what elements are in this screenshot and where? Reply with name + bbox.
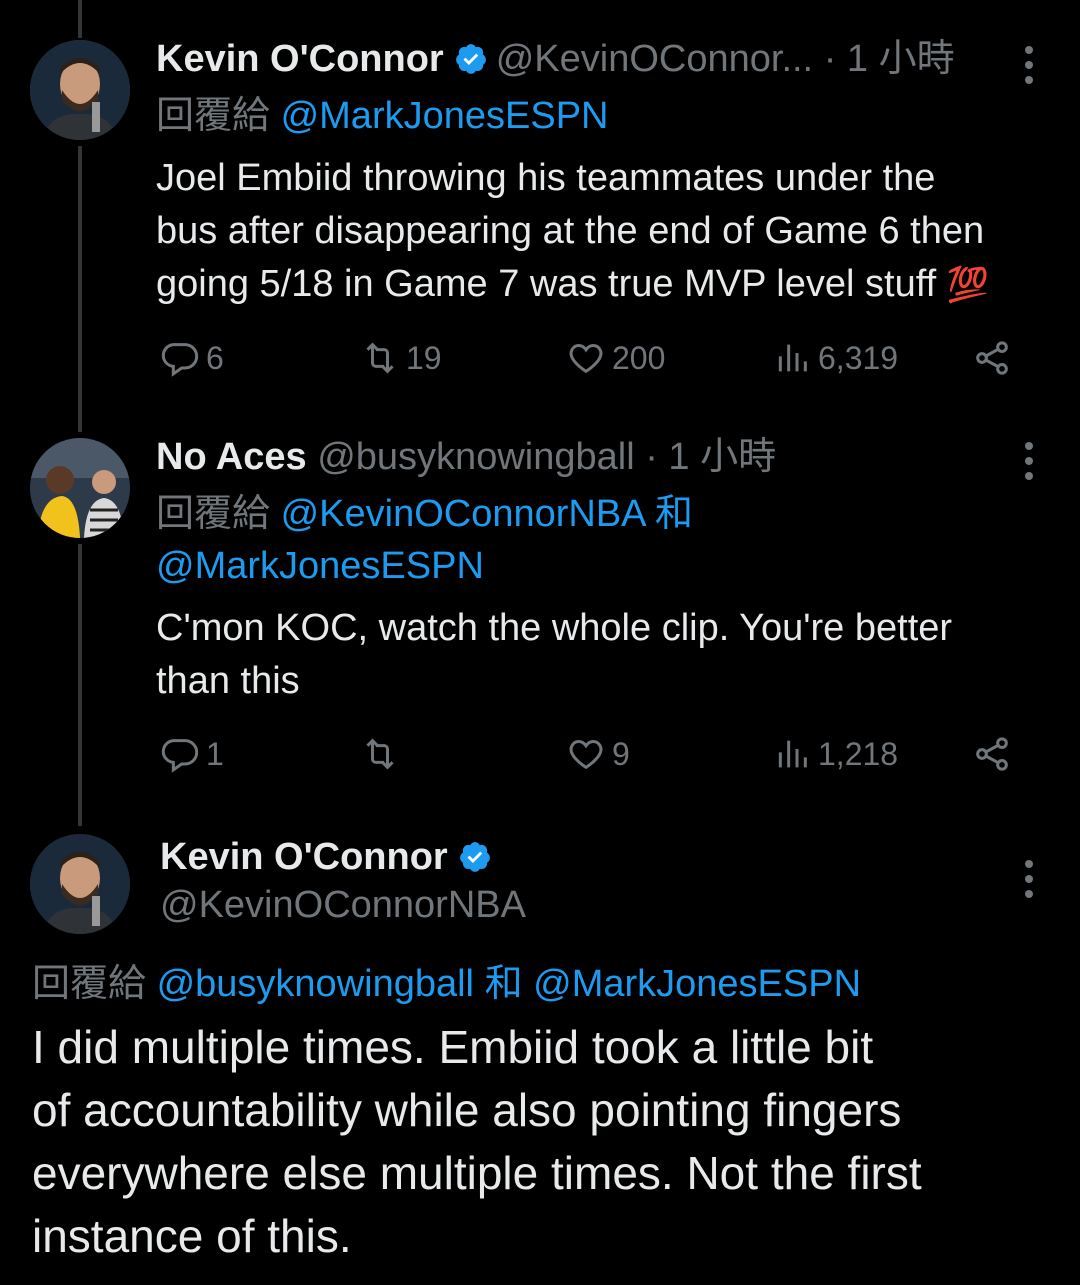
more-options-icon[interactable]: [1024, 860, 1034, 905]
action-bar: 1 9 1,218: [160, 734, 1040, 778]
retweet-icon: [366, 738, 394, 770]
tweet-text-line: going 5/18 in Game 7 was true MVP level …: [156, 263, 937, 305]
mention-link[interactable]: @MarkJonesESPN: [281, 95, 609, 137]
share-icon: [976, 737, 1008, 771]
reply-prefix: 回覆給: [156, 95, 271, 137]
handle[interactable]: @KevinOConnorNBA: [160, 884, 526, 926]
mention-link[interactable]: @MarkJonesESPN: [533, 963, 861, 1005]
display-name[interactable]: Kevin O'Connor: [160, 836, 448, 878]
retweet-icon: [366, 342, 394, 374]
timestamp[interactable]: · 1 小時: [824, 38, 955, 80]
tweet-text-line: bus after disappearing at the end of Gam…: [156, 210, 985, 252]
share-button[interactable]: [972, 338, 1018, 378]
tweet-text-line: I did multiple times. Embiid took a litt…: [32, 1021, 874, 1073]
heart-icon: [569, 739, 603, 770]
action-bar: 6 19 200 6,319: [160, 338, 1040, 382]
tweet-header: No Aces @busyknowingball · 1 小時: [156, 434, 776, 480]
main-tweet-handle-row: @KevinOConnorNBA: [160, 882, 526, 928]
reply-icon: [161, 343, 199, 377]
display-name[interactable]: No Aces: [156, 436, 307, 478]
thread-line-1: [78, 146, 82, 432]
view-count: 6,319: [818, 340, 899, 376]
thread-line-top: [78, 0, 82, 38]
avatar[interactable]: [30, 834, 130, 934]
view-count: 1,218: [818, 736, 899, 772]
views-button[interactable]: 1,218: [772, 734, 898, 774]
reply-button[interactable]: 6: [160, 338, 224, 378]
views-bar-chart-icon: [778, 344, 807, 372]
views-bar-chart-icon: [778, 740, 807, 768]
reply-count: 1: [206, 736, 224, 772]
tweet-text-line: of accountability while also pointing fi…: [32, 1084, 902, 1136]
reply-conjunction: 和: [484, 963, 523, 1005]
timestamp[interactable]: · 1 小時: [645, 436, 776, 478]
hundred-emoji: 💯: [946, 266, 990, 304]
mention-link[interactable]: @MarkJonesESPN: [156, 545, 484, 587]
reply-context: 回覆給 @MarkJonesESPN: [156, 90, 608, 142]
share-button[interactable]: [972, 734, 1018, 774]
handle[interactable]: @busyknowingball: [317, 436, 634, 478]
views-button[interactable]: 6,319: [772, 338, 898, 378]
reply-prefix: 回覆給: [156, 493, 271, 535]
reply-context: 回覆給 @KevinOConnorNBA 和 @MarkJonesESPN: [156, 488, 1036, 592]
tweet-text-line: everywhere else multiple times. Not the …: [32, 1147, 922, 1199]
main-tweet-text: I did multiple times. Embiid took a litt…: [32, 1016, 1052, 1268]
avatar-noaces-image: [30, 438, 130, 538]
verified-badge-icon: [459, 842, 490, 872]
share-icon: [976, 341, 1008, 375]
reply-context: 回覆給 @busyknowingball 和 @MarkJonesESPN: [32, 958, 861, 1010]
avatar[interactable]: [30, 438, 130, 538]
heart-icon: [569, 343, 603, 374]
like-count: 200: [612, 340, 666, 376]
thread-line-2: [78, 544, 82, 826]
tweet-text: C'mon KOC, watch the whole clip. You're …: [156, 602, 1056, 708]
reply-count: 6: [206, 340, 224, 376]
retweet-count: 19: [406, 340, 442, 376]
reply-icon: [161, 739, 199, 773]
mention-link[interactable]: @KevinOConnorNBA: [281, 493, 645, 535]
like-button[interactable]: 9: [566, 734, 630, 774]
display-name[interactable]: Kevin O'Connor: [156, 38, 444, 80]
like-count: 9: [612, 736, 630, 772]
tweet-text-line: than this: [156, 660, 300, 702]
tweet-text-line: Joel Embiid throwing his teammates under…: [156, 157, 936, 199]
avatar-kevin-image: [30, 40, 130, 140]
verified-badge-icon: [455, 44, 486, 74]
avatar[interactable]: [30, 40, 130, 140]
retweet-button[interactable]: 19: [360, 338, 442, 378]
tweet-text-line: instance of this.: [32, 1210, 352, 1262]
main-tweet-name-row: Kevin O'Connor: [160, 834, 500, 880]
tweet-text-line: C'mon KOC, watch the whole clip. You're …: [156, 607, 953, 649]
more-options-icon[interactable]: [1024, 46, 1034, 91]
tweet-header: Kevin O'Connor @KevinOConnor... · 1 小時: [156, 36, 955, 82]
reply-button[interactable]: 1: [160, 734, 224, 774]
tweet-text: Joel Embiid throwing his teammates under…: [156, 152, 1056, 312]
avatar-kevin-image: [30, 834, 130, 934]
retweet-button[interactable]: [360, 734, 406, 774]
like-button[interactable]: 200: [566, 338, 665, 378]
more-options-icon[interactable]: [1024, 442, 1034, 487]
reply-conjunction: 和: [655, 493, 694, 535]
reply-prefix: 回覆給: [32, 963, 147, 1005]
mention-link[interactable]: @busyknowingball: [157, 963, 474, 1005]
handle[interactable]: @KevinOConnor...: [496, 38, 813, 80]
